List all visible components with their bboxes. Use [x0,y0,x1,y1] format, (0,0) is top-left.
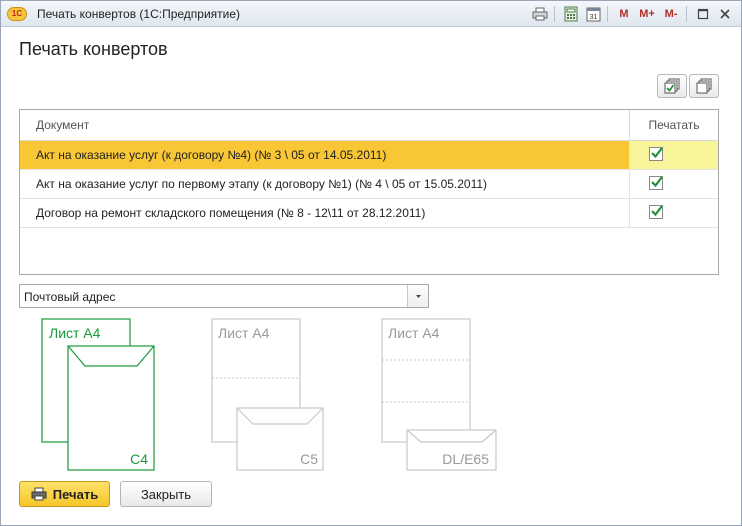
check-all-icon [664,78,680,94]
sheet-label: Лист A4 [218,325,270,341]
close-icon[interactable] [715,4,735,24]
checkmark-icon [651,205,663,217]
envelope-format-selector: Лист A4 C4 Лист A4 C5 Лист A4 DL/E65 [41,318,497,471]
chevron-down-icon [416,295,421,298]
title-bar: 1С Печать конвертов (1С:Предприятие) 31 … [1,1,741,27]
documents-table[interactable]: Документ Печатать Акт на оказание услуг … [19,109,719,275]
print-checkbox[interactable] [649,205,663,219]
memory-plus-button[interactable]: M+ [636,4,658,24]
document-cell[interactable]: Акт на оказание услуг по первому этапу (… [20,170,630,198]
checkmark-icon [651,176,663,188]
uncheck-all-icon [696,78,712,94]
envelope-format-label: DL/E65 [442,451,489,467]
address-type-value: Почтовый адрес [24,290,116,304]
toolbar-separator [554,6,555,22]
print-cell[interactable] [630,199,718,227]
print-cell[interactable] [630,141,718,169]
print-button[interactable]: Печать [19,481,110,507]
envelope-option-dl-e65[interactable]: Лист A4 DL/E65 [381,318,497,471]
toolbar-separator [607,6,608,22]
app-logo[interactable]: 1С [7,7,27,21]
print-button-label: Печать [52,486,99,502]
print-cell[interactable] [630,170,718,198]
memory-button[interactable]: M [614,4,634,24]
print-envelopes-window: 1С Печать конвертов (1С:Предприятие) 31 … [0,0,742,526]
envelope-option-c5[interactable]: Лист A4 C5 [211,318,324,471]
window-title: Печать конвертов (1С:Предприятие) [37,7,241,21]
printer-icon [31,487,47,501]
document-cell[interactable]: Договор на ремонт складского помещения (… [20,199,630,227]
memory-minus-button[interactable]: M- [660,4,682,24]
print-icon[interactable] [530,4,550,24]
checkmark-icon [651,147,663,159]
calendar-day: 31 [589,14,597,21]
form-title: Печать конвертов [19,39,168,59]
sheet-label: Лист A4 [49,325,101,341]
print-checkbox[interactable] [649,147,663,161]
column-header-document[interactable]: Документ [20,110,630,140]
uncheck-all-button[interactable] [689,74,719,98]
calendar-icon[interactable]: 31 [583,4,603,24]
dropdown-button[interactable] [407,285,428,307]
document-cell[interactable]: Акт на оказание услуг (к договору №4) (№… [20,141,630,169]
close-button[interactable]: Закрыть [120,481,212,507]
table-row[interactable]: Договор на ремонт складского помещения (… [20,199,718,228]
calculator-icon[interactable] [561,4,581,24]
envelope-option-c4[interactable]: Лист A4 C4 [41,318,155,471]
envelope-format-label: C5 [300,451,318,467]
toolbar-separator [686,6,687,22]
column-header-print[interactable]: Печатать [630,110,718,140]
sheet-label: Лист A4 [388,325,440,341]
address-type-select[interactable]: Почтовый адрес [19,284,429,308]
print-checkbox[interactable] [649,176,663,190]
table-header: Документ Печатать [20,110,718,141]
maximize-icon[interactable] [693,4,713,24]
table-row[interactable]: Акт на оказание услуг по первому этапу (… [20,170,718,199]
check-all-button[interactable] [657,74,687,98]
envelope-format-label: C4 [130,451,148,467]
title-bar-tools: 31 M M+ M- [528,4,735,24]
table-row[interactable]: Акт на оказание услуг (к договору №4) (№… [20,141,718,170]
